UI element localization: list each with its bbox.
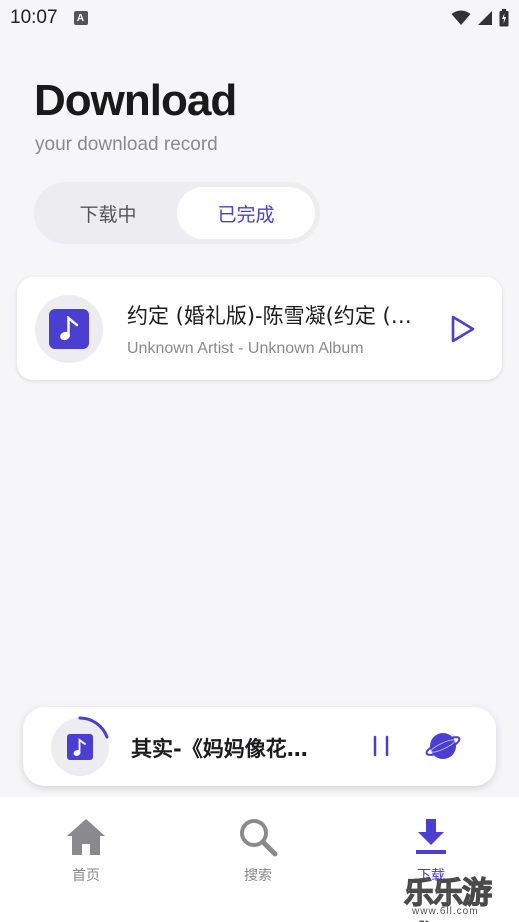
- page-title: Download: [34, 76, 237, 125]
- battery-icon: [499, 9, 509, 27]
- home-icon: [67, 819, 105, 855]
- music-note-icon: [60, 315, 79, 340]
- status-bar: 10:07 A: [0, 0, 519, 36]
- search-icon: [240, 819, 278, 857]
- wifi-icon: [451, 10, 471, 25]
- tab-downloading[interactable]: 下载中: [39, 187, 177, 239]
- song-artist-album: Unknown Artist - Unknown Album: [127, 339, 364, 357]
- download-status-tabs: 下载中 已完成: [34, 182, 320, 244]
- nav-home[interactable]: 首页: [41, 817, 131, 885]
- song-cover: [35, 294, 103, 363]
- tab-completed[interactable]: 已完成: [177, 187, 315, 239]
- playlist-planet-icon[interactable]: [424, 729, 462, 763]
- song-info: 约定 (婚礼版)-陈雪凝(约定 (… Unknown Artist - Unkn…: [127, 300, 432, 358]
- status-icons: [451, 9, 509, 27]
- download-icon: [416, 819, 446, 854]
- nav-search-label: 搜索: [244, 868, 272, 884]
- nav-search[interactable]: 搜索: [213, 817, 303, 885]
- watermark-logo: 乐乐游戏 www.6ll.com: [403, 868, 519, 922]
- page-subtitle: your download record: [35, 134, 218, 155]
- nav-home-label: 首页: [72, 868, 100, 884]
- play-icon[interactable]: [450, 314, 476, 344]
- cellular-signal-icon: [478, 11, 492, 25]
- notification-a-icon: A: [73, 11, 88, 25]
- mini-player[interactable]: 其实-《妈妈像花…: [23, 707, 496, 786]
- status-time: 10:07: [10, 7, 58, 28]
- pause-icon[interactable]: [370, 735, 392, 757]
- now-playing-title: 其实-《妈妈像花…: [131, 737, 308, 761]
- mini-player-cover: [51, 716, 109, 776]
- song-cover-square: [49, 308, 89, 349]
- song-title: 约定 (婚礼版)-陈雪凝(约定 (…: [127, 303, 412, 328]
- watermark-url: www.6ll.com: [412, 906, 479, 917]
- downloaded-song-card[interactable]: 约定 (婚礼版)-陈雪凝(约定 (… Unknown Artist - Unkn…: [17, 277, 502, 380]
